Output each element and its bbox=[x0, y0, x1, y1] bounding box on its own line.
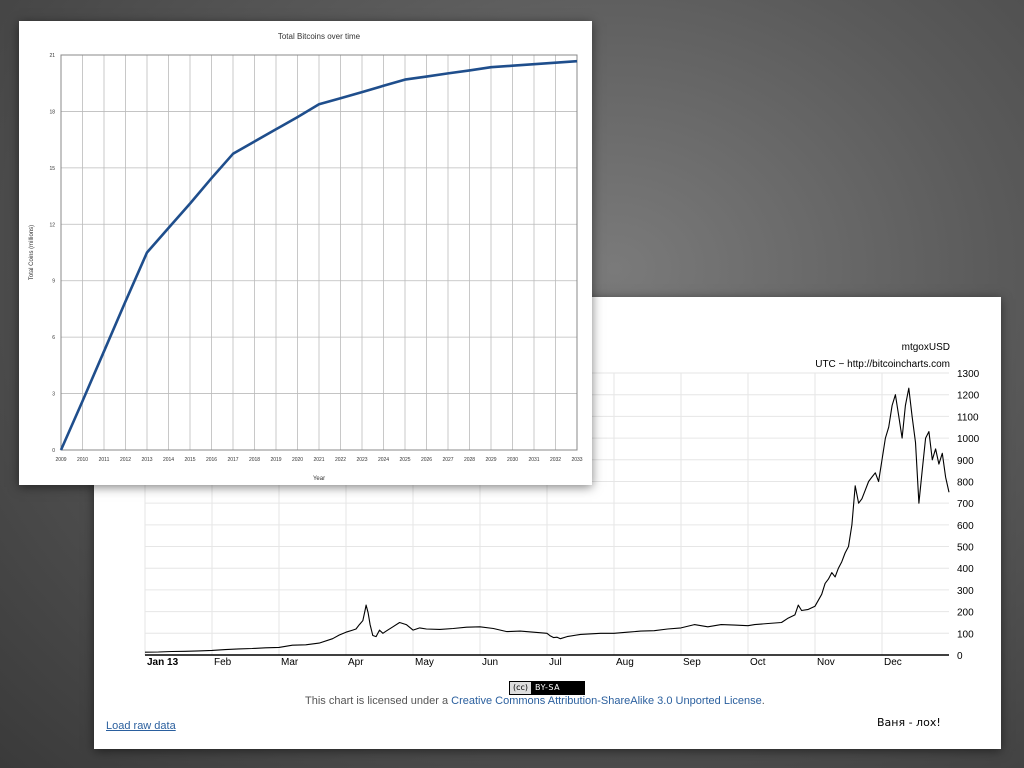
y-tick-label: 700 bbox=[957, 499, 974, 510]
by-sa-badge-label: BY-SA bbox=[535, 683, 561, 692]
x-tick-label: 2022 bbox=[335, 457, 346, 463]
x-tick-label: 2010 bbox=[77, 457, 88, 463]
x-tick-label: 2028 bbox=[464, 457, 475, 463]
y-tick-label: 1200 bbox=[957, 391, 980, 402]
x-tick-label: 2031 bbox=[528, 457, 539, 463]
license-text: This chart is licensed under a Creative … bbox=[305, 695, 765, 707]
y-tick-label: 900 bbox=[957, 456, 974, 467]
price-chart-title: mtgoxUSD bbox=[901, 342, 950, 353]
x-tick-label: 2027 bbox=[442, 457, 453, 463]
y-tick-label: 0 bbox=[52, 448, 55, 454]
x-tick-label: Apr bbox=[348, 657, 364, 668]
license-prefix: This chart is licensed under a bbox=[305, 695, 452, 707]
x-tick-label: 2018 bbox=[249, 457, 260, 463]
y-tick-label: 6 bbox=[52, 335, 55, 341]
x-tick-label: 2019 bbox=[270, 457, 281, 463]
y-tick-label: 800 bbox=[957, 477, 974, 488]
y-tick-label: 9 bbox=[52, 279, 55, 285]
y-tick-label: 0 bbox=[957, 651, 963, 662]
x-tick-label: Oct bbox=[750, 657, 766, 668]
x-axis-label: Year bbox=[313, 476, 325, 482]
y-tick-label: 18 bbox=[49, 109, 55, 115]
y-tick-label: 1000 bbox=[957, 434, 980, 445]
supply-chart: Total Bitcoins over time 0 3 6 9 12 15 18 21 2009… bbox=[29, 32, 583, 482]
license-link[interactable]: Creative Commons Attribution-ShareAlike … bbox=[451, 695, 762, 707]
x-tick-label: 2017 bbox=[227, 457, 238, 463]
cc-license-badge[interactable]: (cc) BY-SA bbox=[509, 681, 585, 695]
x-tick-label: 2026 bbox=[421, 457, 432, 463]
y-tick-label: 400 bbox=[957, 564, 974, 575]
x-tick-label: Aug bbox=[616, 657, 634, 668]
x-tick-label: 2029 bbox=[485, 457, 496, 463]
x-tick-label: 2012 bbox=[120, 457, 131, 463]
x-tick-label: 2030 bbox=[507, 457, 518, 463]
y-tick-label: 21 bbox=[49, 53, 55, 59]
y-tick-label: 100 bbox=[957, 629, 974, 640]
x-tick-label: Nov bbox=[817, 657, 835, 668]
license-suffix: . bbox=[761, 695, 765, 707]
x-tick-label: 2013 bbox=[141, 457, 152, 463]
x-tick-label: 2032 bbox=[550, 457, 561, 463]
x-tick-label: 2023 bbox=[356, 457, 367, 463]
bitcoin-supply-chart-card: Total Bitcoins over time 0 3 6 9 12 15 18 21 2009… bbox=[19, 21, 592, 485]
load-raw-data-link[interactable]: Load raw data bbox=[106, 720, 176, 732]
x-tick-label: Feb bbox=[214, 657, 232, 668]
y-tick-label: 600 bbox=[957, 521, 974, 532]
y-tick-label: 300 bbox=[957, 586, 974, 597]
x-tick-label: 2009 bbox=[55, 457, 66, 463]
y-tick-label: 3 bbox=[52, 392, 55, 398]
y-tick-label: 200 bbox=[957, 608, 974, 619]
cc-badge-label: (cc) bbox=[510, 682, 532, 694]
x-tick-label: Mar bbox=[281, 657, 299, 668]
x-tick-label: Jul bbox=[549, 657, 562, 668]
y-tick-label: 1300 bbox=[957, 369, 980, 380]
supply-chart-title: Total Bitcoins over time bbox=[278, 32, 361, 41]
x-tick-label: Sep bbox=[683, 657, 701, 668]
x-tick-label: 2020 bbox=[292, 457, 303, 463]
y-tick-label: 15 bbox=[49, 166, 55, 172]
x-tick-label: Jun bbox=[482, 657, 498, 668]
price-chart-subtitle: UTC − http://bitcoincharts.com bbox=[815, 359, 950, 370]
x-tick-label: 2024 bbox=[378, 457, 389, 463]
x-tick-label: 2015 bbox=[184, 457, 195, 463]
x-tick-label: 2014 bbox=[163, 457, 174, 463]
x-tick-label: May bbox=[415, 657, 434, 668]
x-tick-label: 2033 bbox=[571, 457, 582, 463]
handwritten-note: Ваня - лох! bbox=[877, 716, 941, 729]
y-tick-label: 1100 bbox=[957, 412, 979, 423]
y-tick-label: 12 bbox=[49, 222, 55, 228]
x-tick-label: 2021 bbox=[313, 457, 324, 463]
x-tick-label: Dec bbox=[884, 657, 902, 668]
x-tick-label: 2016 bbox=[206, 457, 217, 463]
x-tick-label: Jan 13 bbox=[147, 657, 179, 668]
y-tick-label: 500 bbox=[957, 543, 974, 554]
x-tick-label: 2025 bbox=[399, 457, 410, 463]
x-tick-label: 2011 bbox=[99, 457, 110, 463]
y-axis-label: Total Coins (millions) bbox=[29, 225, 35, 280]
